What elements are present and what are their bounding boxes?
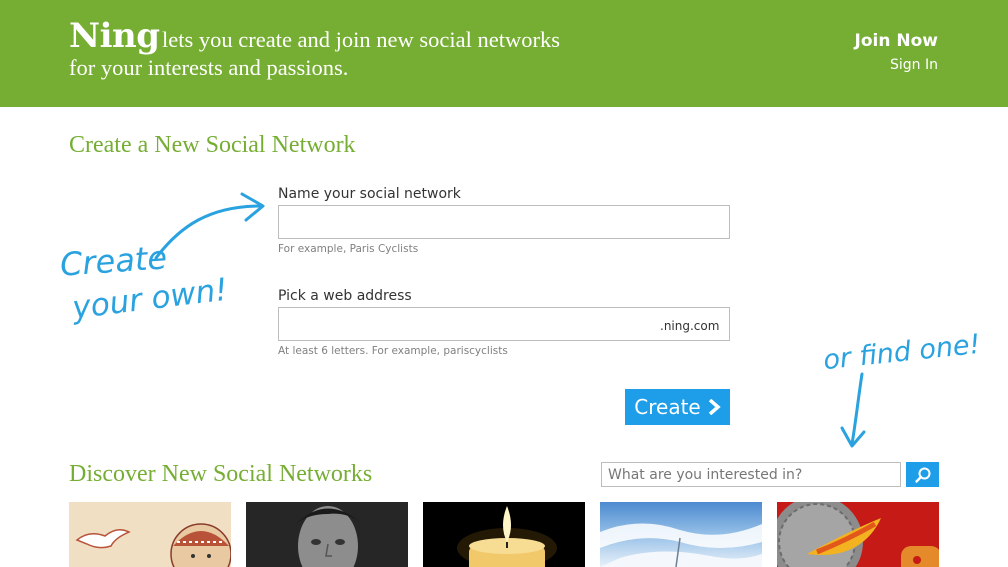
network-thumbnail-candle[interactable] (423, 502, 585, 567)
join-now-link[interactable]: Join Now (855, 31, 938, 51)
header-tagline: lets you create and join new social netw… (69, 26, 629, 82)
search-icon (914, 467, 930, 483)
create-network-heading: Create a New Social Network (69, 132, 356, 158)
portrait-image (296, 506, 360, 567)
network-thumbnail-illustration[interactable] (69, 502, 231, 567)
red-disc-image (777, 502, 939, 567)
network-name-hint: For example, Paris Cyclists (278, 243, 419, 255)
create-button[interactable]: Create (625, 389, 730, 425)
sky-image (600, 523, 762, 567)
site-header: Ning lets you create and join new social… (0, 0, 1008, 107)
search-button[interactable] (906, 462, 939, 487)
web-address-suffix: .ning.com (660, 319, 720, 333)
create-button-label: Create (634, 395, 701, 419)
network-thumbnail-portrait[interactable] (246, 502, 408, 567)
chevron-right-icon (708, 399, 721, 415)
tagline-line-1: lets you create and join new social netw… (162, 27, 561, 52)
interest-search-input[interactable] (601, 462, 901, 487)
discover-networks-heading: Discover New Social Networks (69, 461, 373, 487)
network-thumbnail-red-graphic[interactable] (777, 502, 939, 567)
network-thumbnail-sky[interactable] (600, 502, 762, 567)
web-address-hint: At least 6 letters. For example, pariscy… (278, 345, 508, 357)
web-address-label: Pick a web address (278, 288, 412, 304)
network-name-input[interactable] (278, 205, 730, 239)
sign-in-link[interactable]: Sign In (890, 57, 938, 73)
network-name-label: Name your social network (278, 186, 461, 202)
arrow-icon (840, 372, 866, 448)
candle-image (457, 506, 557, 567)
tagline-line-2: for your interests and passions. (69, 55, 349, 80)
network-thumbnails (69, 502, 939, 567)
arrow-icon (154, 192, 265, 260)
bird-illustration-image (75, 523, 231, 567)
